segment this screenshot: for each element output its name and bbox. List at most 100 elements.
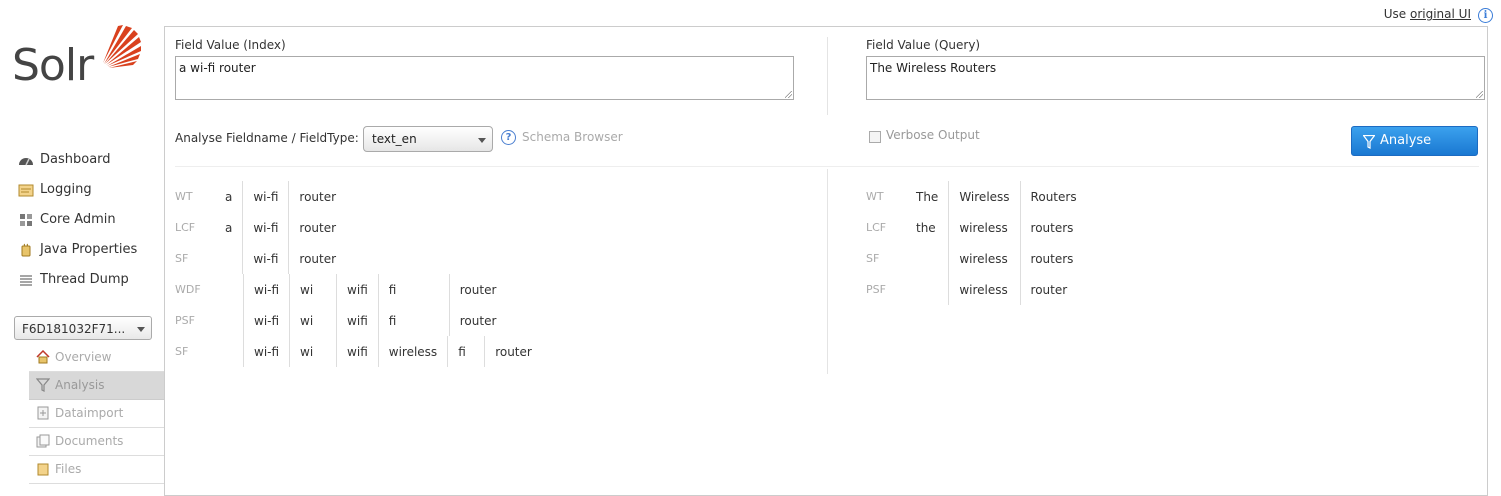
core-nav-label: Dataimport [55,406,124,420]
info-icon[interactable]: i [1478,8,1493,23]
core-nav-label: Documents [55,434,124,448]
schema-browser-link[interactable]: Schema Browser [522,130,623,144]
home-icon [36,350,50,364]
token: wi [289,336,337,367]
analysis-row: LCF the wireless routers [866,212,1087,243]
token: router [484,336,542,367]
analysis-row: PSF wireless router [866,274,1087,305]
token: a [225,189,233,204]
token [906,243,949,274]
chevron-down-icon [478,138,486,143]
stage-label: WT [175,190,193,203]
core-nav-dataimport[interactable]: Dataimport [29,400,164,428]
folder-icon [37,463,49,476]
token: routers [1019,243,1087,274]
token: wi [289,305,337,336]
token [906,274,949,305]
sun-icon [103,25,141,68]
original-ui-link[interactable]: original UI [1410,7,1471,21]
analysis-row: PSF wi-fi wi wifi fi router [175,305,507,336]
resize-handle-icon[interactable] [1476,91,1483,98]
core-nav-label: Files [55,462,82,476]
dashboard-icon [19,158,33,166]
analysis-row: WDF wi-fi wi wifi fi router [175,274,507,305]
verbose-checkbox[interactable] [869,131,881,143]
token [215,305,244,336]
index-field-value[interactable]: a wi-fi router [175,56,794,100]
token: a [225,220,233,235]
index-analysis-table-wdf: WDF wi-fi wi wifi fi router PSF wi-fi wi… [175,274,507,336]
query-analysis-table: WT The Wireless Routers LCF the wireless… [866,181,1087,305]
nav-label: Logging [40,182,92,197]
nav-item-core-admin[interactable]: Core Admin [14,205,164,235]
chevron-down-icon [137,327,145,332]
core-nav-label: Overview [55,350,112,364]
stage-label: WT [866,190,884,203]
use-original-ui: Use original UI [1384,7,1471,21]
index-field-text: a wi-fi router [179,61,256,75]
section-divider [175,166,1479,167]
token [215,336,244,367]
verbose-label[interactable]: Verbose Output [886,128,980,142]
resize-handle-icon[interactable] [785,91,792,98]
main-nav: Dashboard Logging Core Admin Java Proper… [14,145,164,295]
token: router [288,212,347,243]
stage-label: SF [175,252,189,265]
token: wireless [948,212,1021,243]
token: Routers [1019,181,1087,212]
stage-label: SF [175,345,189,358]
token: The [916,189,939,204]
query-field-text: The Wireless Routers [870,61,997,75]
core-nav-documents[interactable]: Documents [29,428,164,456]
column-divider-top [827,37,828,115]
core-nav-analysis[interactable]: Analysis [29,372,164,400]
dataimport-icon [37,406,49,420]
analysis-row: SF wi-fi router [175,243,347,274]
nav-item-java-properties[interactable]: Java Properties [14,235,164,265]
core-nav-label: Analysis [55,378,105,392]
nav-label: Dashboard [40,152,111,167]
filter-icon [1363,135,1375,149]
help-icon[interactable]: ? [501,130,516,145]
token: wi-fi [242,274,290,305]
token: wifi [336,274,379,305]
stage-label: WDF [175,283,201,296]
fieldtype-select[interactable]: text_en [363,126,493,152]
query-field-value[interactable]: The Wireless Routers [866,56,1485,100]
analysis-panel: Field Value (Index) a wi-fi router Field… [164,26,1488,496]
token: fi [447,336,485,367]
column-divider-bottom [827,169,828,374]
core-selector[interactable]: F6D181032F71... [14,316,152,340]
token: wi-fi [242,305,290,336]
core-nav-overview[interactable]: Overview [29,344,164,372]
core-admin-icon [20,214,32,226]
core-nav-files[interactable]: Files [29,456,164,484]
token: fi [377,274,450,305]
java-icon [21,243,31,257]
token [215,274,244,305]
core-selector-value: F6D181032F71... [22,322,126,336]
nav-label: Java Properties [40,242,138,257]
fieldtype-label: Analyse Fieldname / FieldType: [175,131,359,145]
token: wireless [377,336,448,367]
stage-label: LCF [866,221,887,234]
documents-icon [36,434,50,448]
token: wifi [336,336,379,367]
solr-logo[interactable]: Solr [12,24,142,99]
token: wi-fi [242,336,290,367]
analysis-row: SF wireless routers [866,243,1087,274]
nav-item-dashboard[interactable]: Dashboard [14,145,164,175]
nav-label: Thread Dump [40,272,129,287]
token: router [448,305,507,336]
fieldtype-value: text_en [372,132,417,146]
logo-text: Solr [12,40,94,91]
stage-label: SF [866,252,880,265]
nav-item-thread-dump[interactable]: Thread Dump [14,265,164,295]
analysis-row: LCF a wi-fi router [175,212,347,243]
analysis-row: WT The Wireless Routers [866,181,1087,212]
token: the [916,220,936,235]
token: router [288,181,347,212]
logging-icon [18,184,34,197]
analyse-values-button[interactable]: Analyse Values [1351,126,1478,176]
nav-item-logging[interactable]: Logging [14,175,164,205]
